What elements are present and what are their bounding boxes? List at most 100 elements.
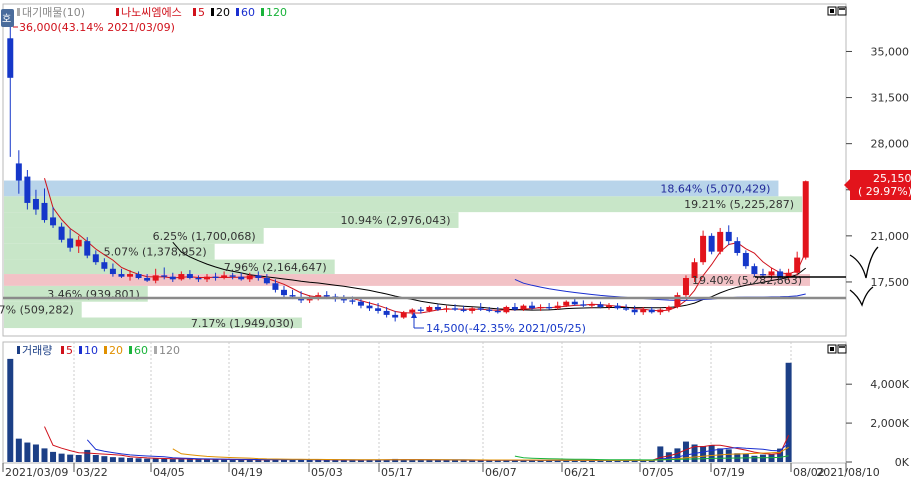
x-tick-label: 2021/08/10 [816, 466, 879, 479]
last-price: 25,150 [873, 172, 911, 185]
volume-legend-label-1: 5 [66, 344, 73, 357]
volume-bar [92, 454, 99, 462]
volume-bar [58, 453, 65, 462]
supply-zone-1 [4, 196, 803, 213]
volume-bar [178, 459, 185, 462]
price-legend-swatch-5 [261, 8, 264, 16]
x-tick-label: 04/19 [231, 466, 263, 479]
volume-bar [204, 459, 210, 462]
volume-bar [665, 452, 672, 462]
volume-bar [7, 358, 14, 462]
price-tick-label: 28,000 [871, 138, 910, 151]
x-tick-label: 05/03 [311, 466, 343, 479]
volume-legend-swatch-4 [129, 346, 132, 354]
volume-legend-swatch-0 [17, 346, 20, 354]
volume-bar [109, 457, 116, 462]
candle [802, 180, 809, 260]
volume-bar [725, 449, 732, 462]
high-annotation: 36,000(43.14% 2021/03/09) [13, 21, 175, 34]
x-tick-label: 2021/03/09 [5, 466, 68, 479]
stock-chart: 35,00031,50028,00024,50021,00017,5004,00… [0, 0, 911, 480]
x-tick-label: 03/22 [76, 466, 108, 479]
price-tick-label: 35,000 [871, 45, 910, 58]
volume-bar [50, 451, 57, 462]
volume-tick-label: 0K [895, 456, 910, 469]
supply-zone-label-9: 7.17% (1,949,030) [191, 317, 294, 330]
price-pane-restore-icon[interactable] [827, 6, 837, 16]
price-legend-swatch-3 [211, 8, 214, 16]
volume-tick-label: 2,000K [870, 417, 909, 430]
volume-bar [118, 457, 125, 462]
volume-bar [674, 448, 681, 462]
volume-bar [785, 362, 792, 462]
x-tick-label: 05/17 [381, 466, 413, 479]
volume-legend-swatch-1 [61, 346, 64, 354]
last-change: ( 29.97%) [858, 185, 911, 198]
supply-zone-label-3: 6.25% (1,700,068) [153, 230, 256, 243]
volume-legend-label-4: 60 [134, 344, 148, 357]
last-price-marker: 25,150 ( 29.97%) [844, 170, 911, 200]
side-panel-toggle[interactable]: 호 [1, 9, 14, 27]
volume-bar [751, 455, 758, 462]
price-tick-label: 21,000 [871, 230, 910, 243]
volume-bar [195, 459, 202, 462]
volume-bar [41, 448, 48, 462]
high-annotation-text: 36,000(43.14% 2021/03/09) [19, 21, 175, 34]
volume-legend-label-2: 10 [84, 344, 98, 357]
price-legend-swatch-2 [193, 8, 196, 16]
volume-bar [212, 459, 219, 462]
volume-bar [221, 459, 228, 462]
candle [708, 233, 715, 255]
volume-legend-label-5: 120 [159, 344, 180, 357]
price-tick-label: 17,500 [871, 276, 910, 289]
volume-pane-restore-icon[interactable] [827, 344, 837, 354]
volume-bar [306, 459, 313, 462]
price-legend-label-1: 나노씨엠에스 [121, 6, 182, 19]
volume-legend-label-0: 거래량 [22, 344, 52, 357]
volume-bar [152, 458, 159, 462]
supply-zone-label-4: 5.07% (1,378,952) [104, 246, 207, 259]
x-tick-label: 04/05 [153, 466, 185, 479]
price-legend: 대기매물(10) 나노씨엠에스 5 20 60 120 [17, 6, 287, 19]
x-tick-label: 06/07 [485, 466, 517, 479]
candle [682, 275, 689, 298]
volume-legend-swatch-2 [79, 346, 82, 354]
low-annotation-text: 14,500(-42.35% 2021/05/25) [426, 322, 586, 335]
price-legend-label-5: 120 [266, 6, 287, 19]
volume-bar [15, 438, 22, 462]
volume-bar [759, 454, 766, 462]
volume-pane-maximize-icon[interactable] [837, 344, 847, 354]
supply-zone-6 [4, 274, 810, 286]
supply-zone-label-0: 18.64% (5,070,429) [660, 182, 770, 195]
price-pane-maximize-icon[interactable] [837, 6, 847, 16]
volume-legend-label-3: 20 [109, 344, 123, 357]
supply-zone-label-1: 19.21% (5,225,287) [684, 198, 794, 211]
volume-bar [101, 456, 108, 462]
volume-tick-label: 4,000K [870, 378, 909, 391]
volume-bar [186, 459, 193, 462]
supply-zone-label-5: 7.96% (2,164,647) [224, 261, 327, 274]
price-legend-label-2: 5 [198, 6, 205, 19]
supply-zone-label-2: 10.94% (2,976,043) [341, 214, 451, 227]
price-legend-swatch-4 [236, 8, 239, 16]
volume-bar [84, 449, 91, 462]
price-legend-swatch-1 [116, 8, 119, 16]
volume-bar [75, 454, 82, 462]
price-legend-label-0: 대기매물(10) [22, 6, 85, 19]
side-icon-label: 호 [2, 13, 11, 25]
volume-bar [135, 458, 142, 462]
supply-zone-label-8: 1.87% (509,282) [0, 304, 74, 317]
volume-bar [169, 459, 176, 462]
candle [742, 250, 749, 269]
x-tick-label: 07/05 [642, 466, 674, 479]
volume-legend-swatch-5 [154, 346, 157, 354]
volume-legend-swatch-3 [104, 346, 107, 354]
volume-bar [32, 444, 39, 462]
volume-bar [161, 458, 168, 462]
price-tick-label: 31,500 [871, 92, 910, 105]
x-tick-label: 06/21 [564, 466, 596, 479]
volume-bar [127, 457, 134, 462]
volume-bar [700, 446, 707, 462]
price-legend-label-3: 20 [216, 6, 230, 19]
candle [717, 227, 724, 255]
